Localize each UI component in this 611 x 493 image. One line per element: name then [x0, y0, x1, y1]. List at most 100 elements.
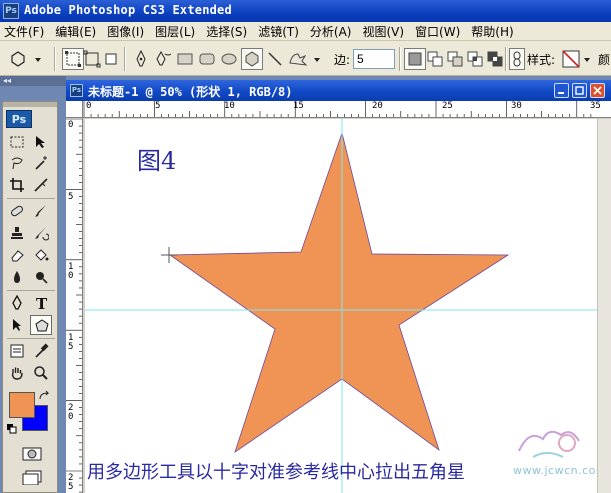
toolbox-separator	[7, 198, 55, 199]
crop-tool[interactable]	[6, 175, 28, 195]
toolbox: Ps T	[2, 101, 58, 493]
rounded-rectangle-button[interactable]	[196, 48, 218, 70]
menu-view[interactable]: 视图(V)	[358, 23, 411, 40]
ruler-origin[interactable]	[66, 101, 83, 118]
menu-bar: 文件(F) 编辑(E) 图像(I) 图层(L) 选择(S) 滤镜(T) 分析(A…	[0, 22, 611, 41]
paint-bucket-tool[interactable]	[30, 245, 52, 265]
photoshop-badge-icon[interactable]: Ps	[6, 110, 32, 128]
ruler-h-label: 10	[224, 101, 235, 111]
svg-text:T: T	[36, 295, 48, 311]
dropdown-arrow-icon	[314, 58, 320, 62]
history-brush-tool[interactable]	[30, 223, 52, 243]
ruler-h-label: 20	[372, 101, 383, 111]
options-bar: 边: 样式: 颜	[0, 41, 611, 76]
clone-stamp-tool[interactable]	[6, 223, 28, 243]
app-title: Adobe Photoshop CS3 Extended	[24, 3, 232, 17]
custom-shape-button[interactable]	[286, 48, 324, 70]
magic-wand-tool[interactable]	[30, 153, 52, 173]
link-layer-style-button[interactable]	[509, 48, 525, 70]
rectangle-shape-button[interactable]	[174, 48, 196, 70]
screen-mode-button[interactable]	[18, 467, 44, 487]
healing-brush-tool[interactable]	[6, 201, 28, 221]
slice-tool[interactable]	[30, 175, 52, 195]
toolbox-grip[interactable]	[3, 102, 57, 107]
tool-preset-picker[interactable]	[6, 48, 46, 70]
app-title-bar: Ps Adobe Photoshop CS3 Extended	[0, 0, 611, 22]
toolbox-separator	[7, 338, 55, 339]
fill-pixels-mode-button[interactable]	[100, 48, 122, 70]
type-tool[interactable]: T	[30, 293, 52, 313]
options-separator	[505, 47, 507, 71]
polygon-shape-button[interactable]	[241, 48, 263, 70]
blur-tool[interactable]	[6, 267, 28, 287]
horizontal-ruler-ticks	[83, 101, 592, 117]
eraser-tool[interactable]	[6, 245, 28, 265]
new-shape-layer-button[interactable]	[404, 48, 426, 70]
polygon-tool[interactable]	[30, 315, 52, 335]
collapse-dock-button[interactable]: ◂◂	[0, 76, 66, 86]
ellipse-shape-button[interactable]	[218, 48, 240, 70]
canvas-caption: 用多边形工具以十字对准参考线中心拉出五角星	[87, 462, 465, 483]
brush-tool[interactable]	[30, 201, 52, 221]
marquee-tool[interactable]	[6, 132, 28, 152]
menu-analysis[interactable]: 分析(A)	[306, 23, 359, 40]
ruler-v-label: 0	[68, 120, 74, 130]
exclude-overlap-button[interactable]	[484, 48, 506, 70]
zoom-tool[interactable]	[30, 363, 52, 383]
lasso-tool[interactable]	[6, 153, 28, 173]
menu-layer[interactable]: 图层(L)	[151, 23, 202, 40]
subtract-shape-area-button[interactable]	[444, 48, 466, 70]
ruler-v-label: 2 5	[68, 473, 74, 492]
menu-window[interactable]: 窗口(W)	[411, 23, 467, 40]
ruler-h-label: 0	[86, 101, 92, 111]
default-colors-icon[interactable]	[6, 423, 18, 435]
pen-tool[interactable]	[6, 293, 28, 313]
hand-tool[interactable]	[6, 363, 28, 383]
foreground-color-swatch[interactable]	[9, 392, 35, 418]
figure-label: 图4	[137, 147, 177, 175]
watermark-text: www.jcwcn.com	[513, 464, 597, 477]
vertical-scrollbar[interactable]	[597, 119, 611, 493]
notes-tool[interactable]	[6, 341, 28, 361]
minimize-button[interactable]	[554, 83, 569, 98]
document-icon: Ps	[70, 84, 83, 97]
close-button[interactable]	[590, 83, 605, 98]
menu-select[interactable]: 选择(S)	[202, 23, 254, 40]
menu-edit[interactable]: 编辑(E)	[51, 23, 103, 40]
ruler-v-label: 2 0	[68, 403, 74, 422]
path-selection-tool[interactable]	[6, 315, 28, 335]
polygon-preset-icon	[11, 51, 25, 67]
menu-help[interactable]: 帮助(H)	[467, 23, 520, 40]
move-tool[interactable]	[30, 132, 52, 152]
eyedropper-tool[interactable]	[30, 341, 52, 361]
ruler-v-label: 1 5	[68, 333, 74, 352]
style-picker[interactable]	[560, 48, 594, 70]
vertical-ruler[interactable]: 0 5 1 0 1 5 2 0 2 5	[66, 118, 83, 493]
freeform-pen-button[interactable]	[152, 48, 174, 70]
swap-colors-icon[interactable]	[38, 390, 52, 402]
ruler-h-label: 30	[511, 101, 522, 111]
menu-file[interactable]: 文件(F)	[0, 23, 51, 40]
sides-input[interactable]	[353, 49, 395, 69]
style-label: 样式:	[527, 53, 556, 67]
dropdown-arrow-icon	[584, 58, 590, 62]
horizontal-ruler[interactable]: 0 5 10 15 20 25 30 35	[83, 101, 611, 118]
line-shape-button[interactable]	[264, 48, 286, 70]
intersect-shape-areas-button[interactable]	[464, 48, 486, 70]
menu-image[interactable]: 图像(I)	[103, 23, 151, 40]
dodge-tool[interactable]	[30, 267, 52, 287]
options-separator	[399, 47, 401, 71]
vertical-ruler-ticks	[66, 118, 82, 493]
pen-tool-button[interactable]	[130, 48, 152, 70]
add-to-shape-area-button[interactable]	[424, 48, 446, 70]
ruler-h-label: 15	[293, 101, 304, 111]
document-title-bar[interactable]: Ps 未标题-1 @ 50% (形状 1, RGB/8)	[66, 80, 611, 101]
menu-filter[interactable]: 滤镜(T)	[254, 23, 306, 40]
options-separator	[124, 47, 126, 71]
quick-mask-button[interactable]	[18, 444, 44, 464]
crosshair-cursor-icon	[161, 247, 177, 263]
document-canvas[interactable]: 图4 用多边形工具以十字对准参考线中心拉出五角星 www.jcwcn.com	[85, 119, 597, 493]
document-title: 未标题-1 @ 50% (形状 1, RGB/8)	[88, 85, 293, 99]
maximize-button[interactable]	[572, 83, 587, 98]
ruler-h-label: 35	[590, 101, 601, 111]
